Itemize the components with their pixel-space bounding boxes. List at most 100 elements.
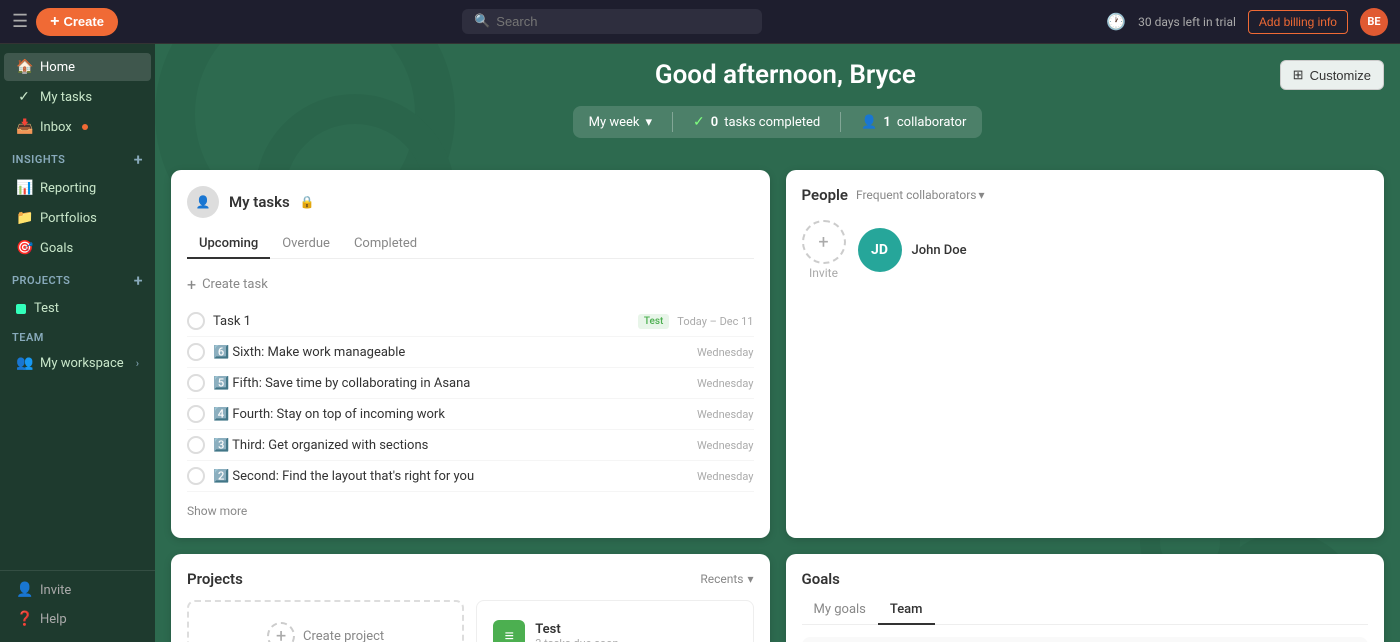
collaborators-count: 1 bbox=[883, 115, 890, 130]
invite-circle-button[interactable]: + bbox=[802, 220, 846, 264]
inbox-icon: 📥 bbox=[16, 119, 32, 135]
sidebar-item-reporting[interactable]: 📊 Reporting bbox=[4, 174, 151, 202]
sidebar-bottom: 👤 Invite ❓ Help bbox=[0, 570, 155, 634]
tasks-completed-label: tasks completed bbox=[724, 115, 820, 130]
task-name: 4️⃣ Fourth: Stay on top of incoming work bbox=[213, 407, 445, 422]
invite-icon: 👤 bbox=[16, 582, 32, 598]
person-item: JD John Doe bbox=[858, 228, 967, 272]
goals-icon: 🎯 bbox=[16, 240, 32, 256]
topbar-right: 🕐 30 days left in trial Add billing info… bbox=[1106, 8, 1388, 36]
sidebar-item-myworkspace-label: My workspace bbox=[40, 356, 124, 371]
sidebar-item-invite-label: Invite bbox=[40, 583, 71, 598]
tasks-completed-stat: ✓ 0 tasks completed bbox=[693, 114, 820, 130]
task-badge: Test bbox=[638, 314, 669, 329]
tab-completed[interactable]: Completed bbox=[342, 230, 429, 259]
create-project-label: Create project bbox=[303, 629, 384, 642]
sidebar-item-myworkspace[interactable]: 👥 My workspace › bbox=[4, 349, 151, 377]
history-icon[interactable]: 🕐 bbox=[1106, 12, 1126, 31]
search-input[interactable] bbox=[496, 14, 750, 29]
tab-upcoming[interactable]: Upcoming bbox=[187, 230, 270, 259]
sidebar-item-mytasks[interactable]: ✓ My tasks bbox=[4, 83, 151, 111]
customize-label: Customize bbox=[1310, 68, 1371, 83]
person-name: John Doe bbox=[912, 243, 967, 258]
task-date: Today – Dec 11 bbox=[677, 315, 753, 328]
projects-card-header: Projects Recents ▾ bbox=[187, 570, 754, 588]
projects-grid: + Create project ≡ Test 3 tasks due soon bbox=[187, 600, 754, 642]
tab-team-goals[interactable]: Team bbox=[878, 596, 935, 625]
insights-section-header: Insights + bbox=[0, 142, 155, 173]
sidebar-item-inbox[interactable]: 📥 Inbox bbox=[4, 113, 151, 141]
project-tile-test[interactable]: ≡ Test 3 tasks due soon bbox=[476, 600, 753, 642]
task-checkbox[interactable] bbox=[187, 436, 205, 454]
task-left: 5️⃣ Fifth: Save time by collaborating in… bbox=[187, 374, 689, 392]
task-left: Task 1 bbox=[187, 312, 630, 330]
create-button[interactable]: + Create bbox=[36, 8, 118, 36]
table-row: 4️⃣ Fourth: Stay on top of incoming work… bbox=[187, 399, 754, 430]
sidebar-item-goals[interactable]: 🎯 Goals bbox=[4, 234, 151, 262]
task-left: 6️⃣ Sixth: Make work manageable bbox=[187, 343, 689, 361]
week-selector[interactable]: My week ▾ bbox=[589, 115, 652, 130]
people-title: People bbox=[802, 186, 849, 204]
invite-label: Invite bbox=[802, 266, 846, 280]
week-divider bbox=[672, 112, 673, 132]
sidebar-item-help[interactable]: ❓ Help bbox=[4, 605, 151, 633]
task-checkbox[interactable] bbox=[187, 467, 205, 485]
week-bar: My week ▾ ✓ 0 tasks completed 👤 1 collab… bbox=[573, 106, 983, 138]
sidebar-item-home[interactable]: 🏠 Home bbox=[4, 53, 151, 81]
table-row: 2️⃣ Second: Find the layout that's right… bbox=[187, 461, 754, 492]
table-row: 5️⃣ Fifth: Save time by collaborating in… bbox=[187, 368, 754, 399]
sidebar-item-goals-label: Goals bbox=[40, 241, 73, 256]
recents-button[interactable]: Recents ▾ bbox=[700, 572, 753, 586]
tab-my-goals[interactable]: My goals bbox=[802, 596, 878, 625]
task-name: 6️⃣ Sixth: Make work manageable bbox=[213, 345, 405, 360]
goals-tabs: My goals Team bbox=[802, 596, 1369, 625]
my-tasks-card: 👤 My tasks 🔒 Upcoming Overdue Completed … bbox=[171, 170, 770, 538]
task-checkbox[interactable] bbox=[187, 312, 205, 330]
create-project-tile[interactable]: + Create project bbox=[187, 600, 464, 642]
task-checkbox[interactable] bbox=[187, 343, 205, 361]
sidebar-item-portfolios-label: Portfolios bbox=[40, 211, 97, 226]
create-project-plus-icon: + bbox=[267, 622, 295, 642]
project-tile-info: Test 3 tasks due soon bbox=[535, 622, 618, 642]
my-tasks-avatar: 👤 bbox=[187, 186, 219, 218]
task-tabs: Upcoming Overdue Completed bbox=[187, 230, 754, 259]
tab-overdue[interactable]: Overdue bbox=[270, 230, 342, 259]
sidebar-item-reporting-label: Reporting bbox=[40, 181, 96, 196]
projects-label: Projects bbox=[12, 274, 70, 287]
task-name: Task 1 bbox=[213, 314, 251, 329]
sidebar-item-test[interactable]: Test bbox=[4, 295, 151, 322]
recents-label: Recents bbox=[700, 572, 743, 586]
page-header: Good afternoon, Bryce ⊞ Customize bbox=[171, 60, 1384, 90]
projects-add-icon[interactable]: + bbox=[134, 271, 143, 290]
freq-collab-label: Frequent collaborators bbox=[856, 188, 976, 202]
check-icon: ✓ bbox=[693, 114, 705, 130]
people-section: + Invite JD John Doe bbox=[802, 220, 1369, 280]
projects-section-header: Projects + bbox=[0, 263, 155, 294]
hamburger-icon[interactable]: ☰ bbox=[12, 11, 28, 32]
task-checkbox[interactable] bbox=[187, 405, 205, 423]
see-link[interactable]: › bbox=[136, 357, 139, 370]
create-task-row[interactable]: + Create task bbox=[187, 271, 754, 298]
task-date: Wednesday bbox=[697, 377, 754, 390]
table-row: Task 1 Test Today – Dec 11 bbox=[187, 306, 754, 337]
sidebar-item-portfolios[interactable]: 📁 Portfolios bbox=[4, 204, 151, 232]
sidebar-item-invite[interactable]: 👤 Invite bbox=[4, 576, 151, 604]
sidebar: 🏠 Home ✓ My tasks 📥 Inbox Insights + 📊 R… bbox=[0, 44, 155, 642]
help-icon: ❓ bbox=[16, 611, 32, 627]
project-icon: ≡ bbox=[493, 620, 525, 642]
project-tile-sub: 3 tasks due soon bbox=[535, 637, 618, 642]
portfolios-icon: 📁 bbox=[16, 210, 32, 226]
avatar[interactable]: BE bbox=[1360, 8, 1388, 36]
my-tasks-card-header: 👤 My tasks 🔒 bbox=[187, 186, 754, 218]
insights-add-icon[interactable]: + bbox=[134, 150, 143, 169]
topbar: ☰ + Create 🔍 🕐 30 days left in trial Add… bbox=[0, 0, 1400, 44]
task-name: 2️⃣ Second: Find the layout that's right… bbox=[213, 469, 474, 484]
freq-collab-chevron: ▾ bbox=[978, 188, 984, 202]
search-icon: 🔍 bbox=[474, 14, 490, 29]
freq-collab-button[interactable]: Frequent collaborators ▾ bbox=[856, 188, 985, 202]
billing-button[interactable]: Add billing info bbox=[1248, 10, 1348, 34]
show-more-button[interactable]: Show more bbox=[187, 500, 754, 522]
content-area: Good afternoon, Bryce ⊞ Customize My wee… bbox=[155, 44, 1400, 642]
task-checkbox[interactable] bbox=[187, 374, 205, 392]
customize-button[interactable]: ⊞ Customize bbox=[1280, 60, 1384, 90]
